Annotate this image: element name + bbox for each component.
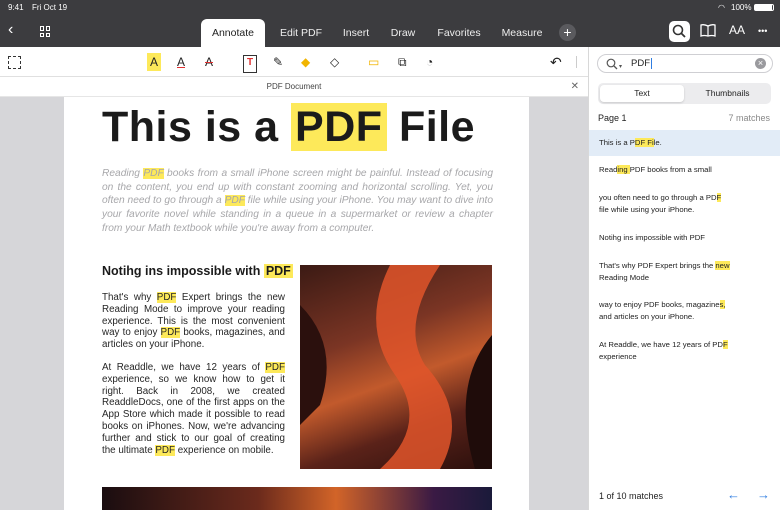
intro-paragraph: Reading PDF books from a small iPhone sc… bbox=[102, 167, 493, 236]
text-run: Notihg ins impossible with PDF bbox=[599, 233, 705, 242]
tab-edit-pdf[interactable]: Edit PDF bbox=[273, 19, 329, 47]
wifi-icon: ◠ bbox=[718, 3, 725, 12]
tab-annotate[interactable]: Annotate bbox=[201, 19, 265, 47]
document-header: PDF Document ✕ bbox=[0, 77, 588, 97]
search-result[interactable]: At Readdle, we have 12 years of PDF exper… bbox=[589, 339, 780, 362]
highlight-icon[interactable]: A bbox=[147, 53, 162, 71]
stamp-icon[interactable]: ◔ bbox=[426, 53, 433, 71]
plus-icon[interactable]: + bbox=[559, 24, 576, 41]
comment-icon[interactable]: ▭ bbox=[368, 53, 379, 71]
text-run: experience, so we know how to get it rig… bbox=[102, 373, 285, 456]
status-date: Fri Oct 19 bbox=[32, 3, 68, 12]
text-run: Reading bbox=[102, 168, 144, 179]
book-icon[interactable] bbox=[700, 23, 716, 40]
battery-label: 100% bbox=[731, 3, 752, 12]
match-highlight: F bbox=[716, 193, 722, 202]
match-highlight: new bbox=[715, 261, 730, 270]
page-label: Page 1 bbox=[598, 113, 627, 123]
top-bar: 9:41 Fri Oct 19 ◠ 100% ‹ Annotate Edit P… bbox=[0, 0, 780, 47]
eraser-icon[interactable]: ◇ bbox=[330, 53, 339, 71]
text-run: way to enjoy PDF books, magazine bbox=[599, 300, 720, 309]
highlighter-icon[interactable]: ◆ bbox=[301, 53, 310, 71]
search-input[interactable]: ▾ PDF × bbox=[597, 54, 773, 73]
match-highlight: PDF bbox=[224, 195, 245, 207]
text-run: This is a P bbox=[599, 138, 635, 147]
battery-icon bbox=[754, 4, 774, 11]
text-box-icon[interactable]: T bbox=[243, 55, 258, 73]
paragraph-2: At Readdle, we have 12 years of PDF expe… bbox=[102, 362, 285, 456]
search-icon[interactable] bbox=[669, 21, 690, 42]
search-result[interactable]: way to enjoy PDF books, magazines, and ar… bbox=[589, 299, 780, 322]
canyon-image bbox=[300, 265, 492, 469]
tab-draw[interactable]: Draw bbox=[383, 19, 423, 47]
search-result[interactable]: That's why PDF Expert brings the new Read… bbox=[589, 260, 780, 283]
clear-icon[interactable]: × bbox=[755, 58, 766, 69]
tab-insert[interactable]: Insert bbox=[335, 19, 377, 47]
text-cursor bbox=[651, 58, 652, 69]
shapes-icon[interactable]: ⧉ bbox=[398, 53, 407, 71]
close-icon[interactable]: ✕ bbox=[571, 77, 579, 97]
text-run: That's why PDF Expert brings the bbox=[599, 261, 716, 270]
select-icon[interactable] bbox=[8, 56, 21, 69]
page-title: This is a PDF File bbox=[102, 103, 476, 151]
grid-icon[interactable] bbox=[40, 26, 51, 37]
underline-icon[interactable]: A bbox=[177, 53, 185, 71]
search-result[interactable]: Reading PDF books from a small bbox=[589, 164, 780, 176]
section-heading: Notihg ins impossible with PDF bbox=[102, 264, 293, 278]
paragraph-1: That's why PDF Expert brings the new Rea… bbox=[102, 292, 285, 351]
text-run: Reading Mode bbox=[599, 272, 650, 282]
match-position: 1 of 10 matches bbox=[599, 491, 664, 501]
match-count: 7 matches bbox=[728, 113, 770, 123]
match-highlight: PDF bbox=[160, 327, 181, 339]
search-result[interactable]: This is a PDF File. bbox=[589, 130, 780, 156]
strikethrough-icon[interactable]: A bbox=[205, 53, 213, 71]
text-run: experience on mobile. bbox=[174, 444, 274, 456]
text-run: you often need to go through a PD bbox=[599, 193, 717, 202]
segmented-control: Text Thumbnails bbox=[598, 83, 771, 104]
search-panel: ▾ PDF × Text Thumbnails Page 1 7 matches… bbox=[588, 47, 780, 510]
match-highlight: PDF bbox=[156, 292, 177, 303]
match-highlight: PDF bbox=[265, 362, 285, 373]
document-viewer[interactable]: This is a PDF File Reading PDF books fro… bbox=[0, 97, 588, 510]
search-result[interactable]: you often need to go through a PDF file w… bbox=[589, 192, 780, 215]
segment-thumbnails[interactable]: Thumbnails bbox=[686, 85, 769, 102]
divider bbox=[576, 56, 577, 68]
text-run: PDF books from a small bbox=[629, 165, 712, 174]
annotation-toolbar: A A A T ✎ ◆ ◇ ▭ ⧉ ◔ ↶ bbox=[0, 47, 588, 77]
undo-icon[interactable]: ↶ bbox=[550, 53, 562, 71]
match-highlight: DF Fi bbox=[634, 138, 654, 147]
text-run: experience bbox=[599, 351, 637, 361]
chevron-down-icon: ▾ bbox=[619, 64, 623, 70]
match-highlight: PDF bbox=[143, 168, 164, 179]
document-title: PDF Document bbox=[266, 82, 322, 91]
pdf-page[interactable]: This is a PDF File Reading PDF books fro… bbox=[64, 97, 529, 510]
status-time: 9:41 bbox=[8, 3, 24, 12]
match-highlight: ing bbox=[617, 165, 630, 174]
chevron-left-icon[interactable]: ‹ bbox=[8, 22, 22, 38]
search-result[interactable]: Notihg ins impossible with PDF bbox=[589, 232, 780, 244]
pen-icon[interactable]: ✎ bbox=[273, 53, 283, 71]
text-run: Read bbox=[599, 165, 618, 174]
search-icon bbox=[605, 55, 619, 78]
text-run: file while using your iPhone. bbox=[599, 204, 695, 214]
arrow-left-icon[interactable]: ← bbox=[727, 487, 740, 502]
match-highlight: PDF bbox=[155, 444, 175, 456]
text-size-icon[interactable]: AA bbox=[729, 23, 745, 37]
text-run: le. bbox=[653, 138, 662, 147]
match-highlight: F bbox=[722, 340, 728, 349]
canyon-image-2 bbox=[102, 487, 492, 510]
search-query: PDF bbox=[631, 58, 650, 69]
more-icon[interactable]: ••• bbox=[758, 26, 767, 36]
text-run: and articles on your iPhone. bbox=[599, 311, 695, 321]
segment-text[interactable]: Text bbox=[600, 85, 684, 102]
tab-measure[interactable]: Measure bbox=[495, 19, 549, 47]
tab-favorites[interactable]: Favorites bbox=[430, 19, 488, 47]
text-run: At Readdle, we have 12 years of bbox=[102, 362, 266, 373]
text-run: At Readdle, we have 12 years of PD bbox=[599, 340, 723, 349]
arrow-right-icon[interactable]: → bbox=[757, 487, 770, 502]
match-highlight: s, bbox=[719, 300, 726, 309]
text-run: That's why bbox=[102, 292, 157, 303]
